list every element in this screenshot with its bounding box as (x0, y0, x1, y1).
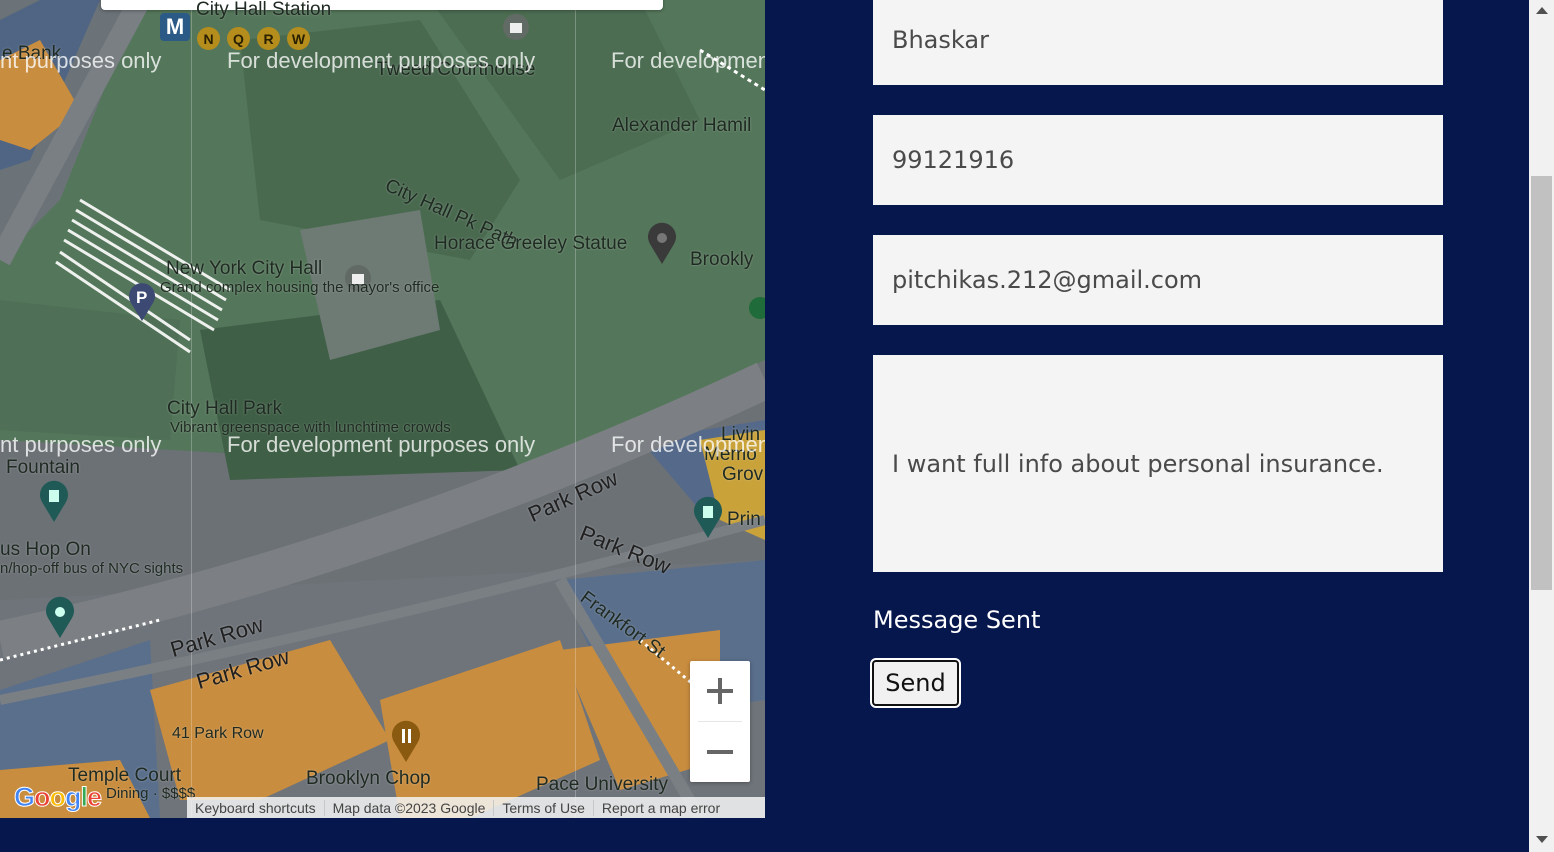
map-label: Alexander Hamil (612, 115, 752, 136)
subway-4-icon[interactable] (748, 296, 765, 320)
map-label: New York City Hall (166, 258, 323, 279)
map-label: 41 Park Row (172, 725, 264, 742)
camera-pin-icon[interactable] (44, 596, 76, 640)
message-sent-status: Message Sent (873, 606, 1041, 634)
landmark-pin-icon[interactable] (646, 222, 678, 266)
subway-line-badge: N (197, 27, 220, 50)
map-zoom-controls (690, 661, 750, 782)
scrollbar-thumb[interactable] (1531, 176, 1552, 590)
courthouse-icon[interactable] (502, 13, 530, 41)
map-label: Grov (722, 464, 764, 485)
map-label: Pace University (536, 774, 668, 795)
name-field[interactable]: Bhaskar (873, 0, 1443, 85)
page-scrollbar[interactable] (1529, 0, 1554, 852)
map-label: n/hop-off bus of NYC sights (0, 560, 184, 577)
zoom-out-button[interactable] (690, 722, 750, 782)
subway-line-badge: R (257, 27, 280, 50)
name-field-value: Bhaskar (892, 26, 989, 54)
phone-field[interactable]: 99121916 (873, 115, 1443, 205)
metro-badge-label: M (165, 14, 185, 39)
send-button[interactable]: Send (870, 658, 961, 708)
terms-of-use-link[interactable]: Terms of Use (494, 799, 594, 816)
map-label: Grand complex housing the mayor's office (160, 279, 440, 296)
map-label: Brookly (690, 249, 754, 270)
watermark-text: nt purposes only (0, 48, 162, 73)
subway-line-badge: Q (227, 27, 250, 50)
message-textarea[interactable]: I want full info about personal insuranc… (873, 355, 1443, 572)
map-label: City Hall Park (167, 398, 283, 419)
report-map-error-link[interactable]: Report a map error (594, 800, 728, 816)
zoom-in-button[interactable] (690, 661, 750, 721)
map-label: us Hop On (0, 539, 91, 560)
map-label: Fountain (6, 457, 80, 478)
subway-line-badge: W (287, 27, 310, 50)
plus-icon (707, 678, 733, 704)
map-attribution-bar: Keyboard shortcuts Map data ©2023 Google… (187, 797, 765, 818)
scroll-up-arrow-icon[interactable] (1536, 7, 1548, 14)
email-field[interactable]: pitchikas.212@gmail.com (873, 235, 1443, 325)
message-textarea-value: I want full info about personal insuranc… (892, 449, 1384, 478)
scroll-down-arrow-icon[interactable] (1536, 836, 1548, 843)
watermark-text: For development purposes only (227, 48, 536, 73)
metro-station-icon[interactable]: M (160, 13, 190, 41)
parking-badge-label: P (136, 288, 148, 307)
map-label: Prin (727, 509, 761, 530)
watermark-text: nt purposes only (0, 432, 162, 457)
keyboard-shortcuts-link[interactable]: Keyboard shortcuts (187, 799, 325, 816)
monument-pin-icon[interactable] (38, 480, 70, 524)
map-label: Brooklyn Chop (306, 768, 431, 789)
map-search-box[interactable] (101, 0, 663, 10)
watermark-text: For development purposes only (227, 432, 536, 457)
phone-field-value: 99121916 (892, 146, 1015, 174)
map-data-text: Map data ©2023 Google (325, 799, 495, 816)
embedded-map[interactable]: M N Q R W P e Bank City Hall Station Twe… (0, 0, 765, 818)
google-logo[interactable]: Google (13, 782, 102, 813)
minus-icon (707, 750, 733, 754)
subway-lines: N Q R W (197, 27, 310, 50)
map-tile-seam (575, 0, 576, 818)
map-label: Horace Greeley Statue (434, 233, 628, 254)
watermark-text: For developmen (611, 432, 765, 457)
monument-pin-icon[interactable] (692, 496, 724, 540)
restaurant-pin-icon[interactable] (390, 720, 422, 764)
map-label: Dining · $$$$ (106, 785, 196, 802)
map-label: City Hall Station (196, 0, 332, 20)
watermark-text: For developmen (611, 48, 765, 73)
email-field-value: pitchikas.212@gmail.com (892, 266, 1203, 294)
